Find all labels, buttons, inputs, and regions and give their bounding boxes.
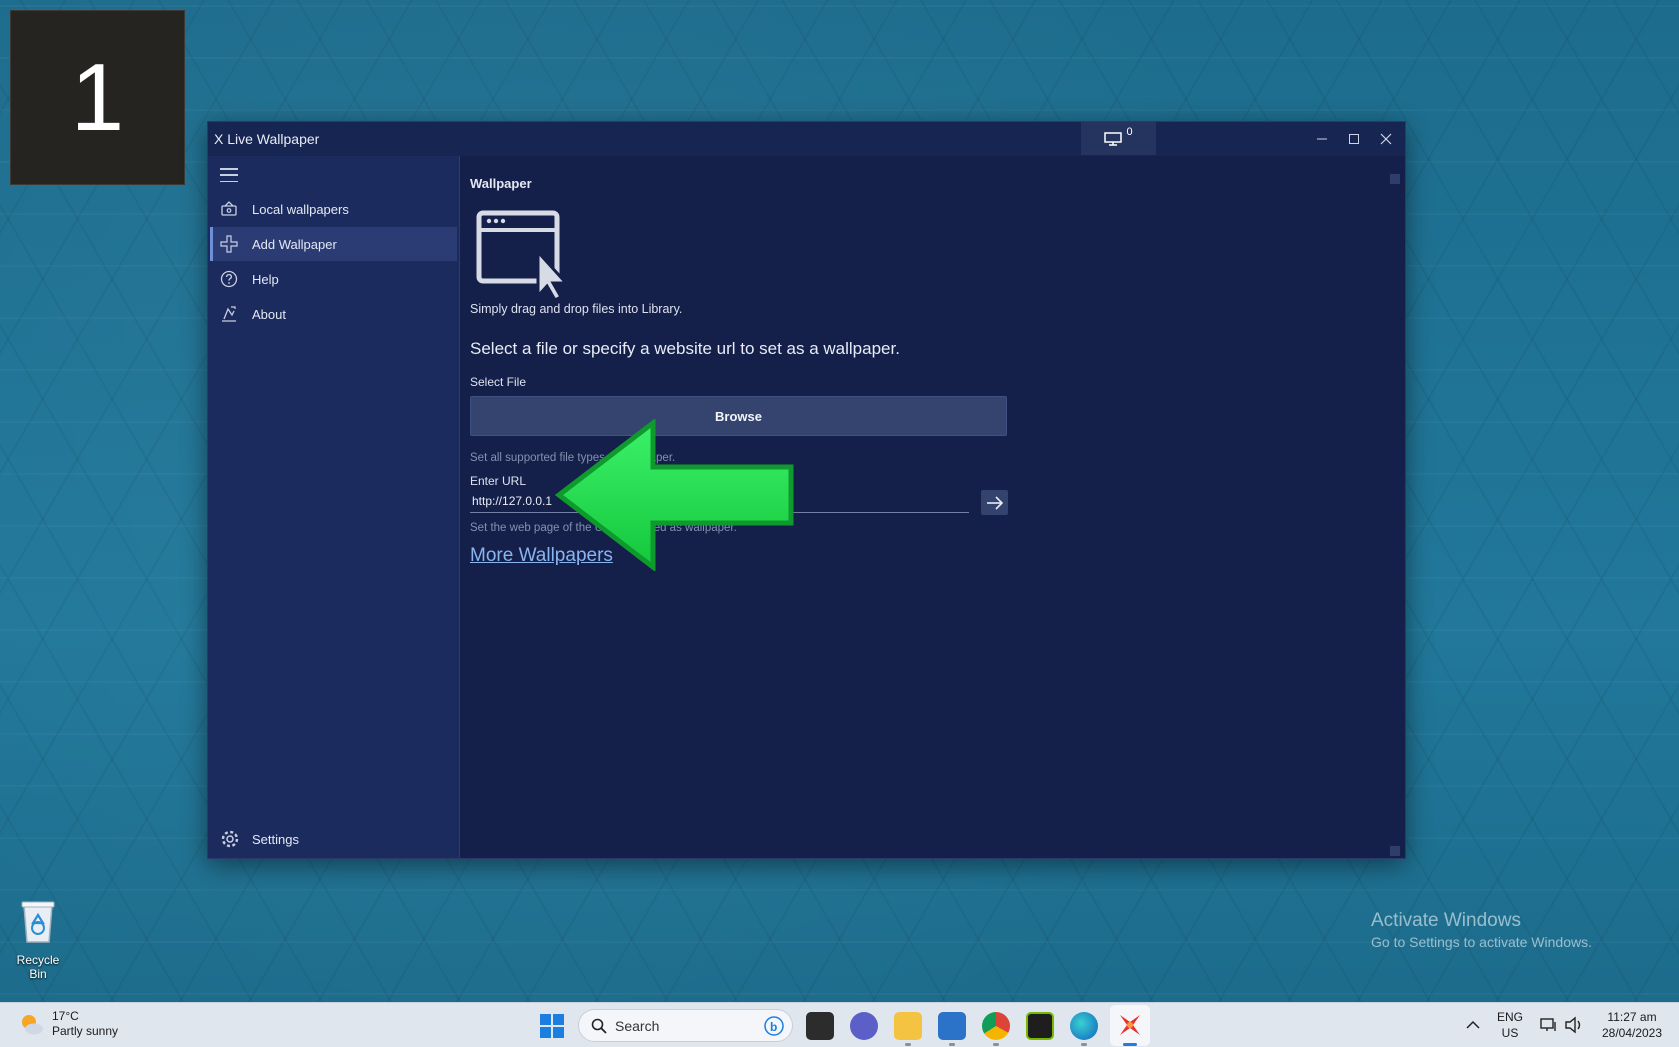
sidebar-item-local-wallpapers[interactable]: Local wallpapers [210, 192, 457, 226]
monitor-selector-button[interactable]: 0 [1081, 122, 1156, 155]
sidebar-item-help[interactable]: Help [210, 262, 457, 296]
network-icon[interactable] [1540, 1016, 1558, 1039]
nvidia-icon[interactable] [1026, 1012, 1054, 1040]
activate-windows-watermark: Activate Windows Go to Settings to activ… [1371, 910, 1592, 950]
running-indicator [949, 1043, 955, 1046]
chrome-icon[interactable] [982, 1012, 1010, 1040]
taskbar: 17°C Partly sunny Search b ENG US 11:27 … [0, 1002, 1679, 1047]
clock-time: 11:27 am [1607, 1010, 1657, 1024]
green-arrow-icon [555, 419, 794, 571]
monitor-icon [1104, 131, 1123, 146]
task-view-icon[interactable] [806, 1012, 834, 1040]
tray-overflow-chevron[interactable] [1466, 1017, 1480, 1035]
about-icon [220, 305, 250, 323]
clock[interactable]: 11:27 am 28/04/2023 [1595, 1009, 1669, 1041]
clock-date: 28/04/2023 [1601, 1026, 1663, 1040]
drag-drop-window-icon [476, 210, 570, 302]
minimize-icon [1317, 138, 1327, 140]
activate-subtitle: Go to Settings to activate Windows. [1371, 934, 1592, 950]
search-placeholder: Search [615, 1017, 660, 1034]
url-submit-button[interactable] [981, 490, 1008, 515]
window-title: X Live Wallpaper [214, 131, 320, 147]
hamburger-menu-icon[interactable] [220, 168, 238, 182]
maximize-icon [1349, 134, 1359, 144]
sidebar-item-label: Settings [252, 831, 299, 847]
instruction-heading: Select a file or specify a website url t… [470, 339, 900, 358]
x-live-wallpaper-icon [1120, 1015, 1140, 1035]
sidebar-item-label: Help [252, 271, 279, 287]
bing-icon: b [764, 1015, 784, 1036]
library-icon [220, 201, 250, 217]
select-file-label: Select File [470, 375, 527, 389]
close-icon [1380, 133, 1392, 145]
weather-widget[interactable]: 17°C Partly sunny [18, 1009, 118, 1039]
monitor-count: 0 [1126, 125, 1133, 138]
edge-icon[interactable] [1070, 1012, 1098, 1040]
desktop-number-tile: 1 [10, 10, 185, 185]
teams-chat-icon[interactable] [850, 1012, 878, 1040]
microsoft-store-icon[interactable] [938, 1012, 966, 1040]
taskbar-search[interactable]: Search b [578, 1009, 793, 1042]
weather-temp: 17°C [52, 1009, 79, 1023]
sidebar-item-settings[interactable]: Settings [210, 822, 457, 856]
sidebar-item-about[interactable]: About [210, 297, 457, 331]
url-label: Enter URL [470, 474, 527, 488]
scroll-up-arrow[interactable] [1390, 174, 1400, 184]
desktop-number: 1 [70, 43, 125, 151]
language-indicator[interactable]: ENG US [1497, 1009, 1523, 1041]
windows-logo-icon [540, 1014, 564, 1038]
running-indicator [905, 1043, 911, 1046]
maximize-button[interactable] [1338, 122, 1370, 156]
recycle-bin-icon [21, 901, 55, 943]
sidebar-item-label: Add Wallpaper [252, 236, 337, 252]
file-explorer-icon[interactable] [894, 1012, 922, 1040]
add-icon [220, 235, 250, 253]
drag-drop-hint: Simply drag and drop files into Library. [470, 302, 683, 316]
title-bar[interactable]: X Live Wallpaper 0 [208, 122, 1405, 156]
sidebar-item-add-wallpaper[interactable]: Add Wallpaper [210, 227, 457, 261]
app-window: X Live Wallpaper 0 Local wallpapers Add … [207, 121, 1406, 859]
lang-code: ENG [1497, 1010, 1524, 1024]
partly-sunny-icon [22, 1015, 43, 1035]
section-title: Wallpaper [470, 176, 532, 191]
x-live-wallpaper-taskbar-button[interactable] [1110, 1005, 1150, 1046]
start-button[interactable] [540, 1014, 564, 1043]
activate-title: Activate Windows [1371, 910, 1521, 931]
arrow-right-icon [986, 495, 1003, 510]
volume-icon[interactable] [1564, 1016, 1584, 1039]
chevron-up-icon [1466, 1020, 1480, 1029]
running-indicator [1081, 1043, 1087, 1046]
recycle-bin-label: Recycle Bin [16, 953, 60, 981]
help-icon [220, 270, 250, 288]
gear-icon [220, 829, 250, 849]
sidebar-item-label: About [252, 306, 286, 322]
svg-text:b: b [770, 1020, 777, 1034]
running-indicator [993, 1043, 999, 1046]
weather-desc: Partly sunny [52, 1024, 119, 1038]
scroll-down-arrow[interactable] [1390, 846, 1400, 856]
region-code: US [1501, 1026, 1519, 1040]
search-icon [591, 1018, 607, 1034]
sidebar: Local wallpapers Add Wallpaper Help Abou… [208, 156, 460, 858]
sidebar-item-label: Local wallpapers [252, 201, 349, 217]
close-button[interactable] [1370, 122, 1402, 156]
minimize-button[interactable] [1306, 122, 1338, 156]
recycle-bin[interactable]: Recycle Bin [7, 898, 69, 981]
